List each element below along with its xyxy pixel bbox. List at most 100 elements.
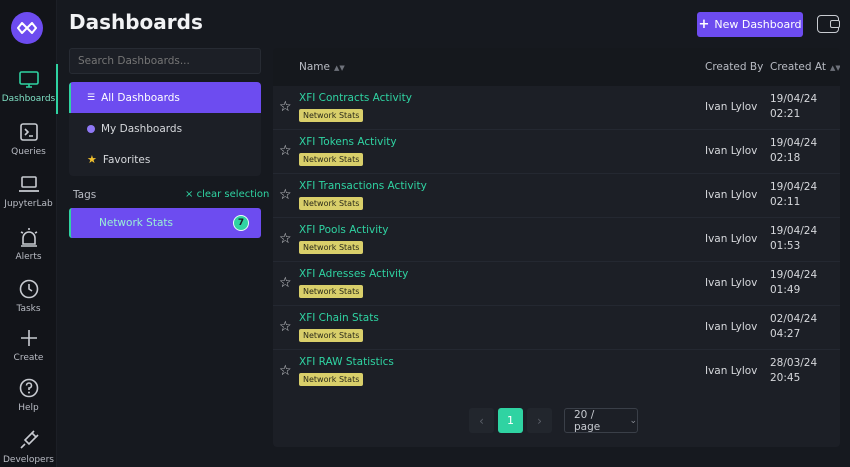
filter-my-dashboards[interactable]: My Dashboards bbox=[69, 113, 261, 144]
created-at: 28/03/24 20:45 bbox=[770, 356, 817, 386]
tag-badge: Network Stats bbox=[299, 373, 364, 386]
favorite-star-icon[interactable]: ☆ bbox=[279, 187, 292, 203]
dashboard-link[interactable]: XFI Chain Stats bbox=[299, 312, 379, 324]
nav-label: Create bbox=[13, 353, 44, 363]
dashboard-link[interactable]: XFI Adresses Activity bbox=[299, 268, 408, 280]
favorite-star-icon[interactable]: ☆ bbox=[279, 363, 292, 379]
terminal-icon bbox=[19, 123, 38, 141]
dashboard-link[interactable]: XFI Contracts Activity bbox=[299, 92, 412, 104]
table-row: ☆ XFI Adresses Activity Network Stats Iv… bbox=[273, 262, 840, 306]
created-at: 19/04/24 02:18 bbox=[770, 136, 817, 166]
nav-create[interactable]: Create bbox=[0, 323, 57, 373]
favorite-star-icon[interactable]: ☆ bbox=[279, 143, 292, 159]
nav-label: Queries bbox=[11, 147, 46, 157]
nav-alerts[interactable]: Alerts bbox=[0, 222, 57, 272]
created-time: 02:21 bbox=[770, 108, 801, 120]
column-header-created-at[interactable]: Created At ▲▼ bbox=[770, 61, 840, 73]
created-by: Ivan Lylov bbox=[705, 145, 758, 157]
favorite-star-icon[interactable]: ☆ bbox=[279, 99, 292, 115]
chevron-down-icon: ⌄ bbox=[629, 415, 637, 426]
nav-help[interactable]: Help bbox=[0, 373, 57, 423]
dashboard-link[interactable]: XFI Pools Activity bbox=[299, 224, 388, 236]
created-at: 02/04/24 04:27 bbox=[770, 312, 817, 342]
filter-all-dashboards[interactable]: ☰ All Dashboards bbox=[69, 82, 261, 113]
prev-page-button[interactable]: ‹ bbox=[469, 408, 494, 433]
wallet-icon[interactable] bbox=[817, 15, 840, 33]
app-root: Dashboards Queries JupyterLab Alerts Tas… bbox=[0, 0, 850, 467]
dashboard-link[interactable]: XFI Tokens Activity bbox=[299, 136, 397, 148]
tag-network-stats[interactable]: Network Stats 7 bbox=[69, 208, 261, 238]
left-nav-rail: Dashboards Queries JupyterLab Alerts Tas… bbox=[0, 0, 58, 467]
chevron-left-icon: ‹ bbox=[479, 413, 484, 428]
filter-label: Favorites bbox=[102, 153, 151, 166]
clear-selection-link[interactable]: × clear selection bbox=[185, 189, 269, 200]
nav-queries[interactable]: Queries bbox=[0, 117, 57, 167]
filter-label: All Dashboards bbox=[101, 91, 180, 104]
favorite-star-icon[interactable]: ☆ bbox=[279, 319, 292, 335]
created-time: 01:49 bbox=[770, 284, 801, 296]
created-by: Ivan Lylov bbox=[705, 233, 758, 245]
column-label: Created At bbox=[770, 61, 827, 73]
created-at: 19/04/24 02:21 bbox=[770, 92, 817, 122]
dashboard-link[interactable]: XFI RAW Statistics bbox=[299, 356, 394, 368]
dashboard-filters: ☰ All Dashboards My Dashboards ★ Favorit… bbox=[69, 82, 261, 176]
page-button-current[interactable]: 1 bbox=[498, 408, 523, 433]
new-dashboard-button[interactable]: + New Dashboard bbox=[697, 12, 803, 37]
nav-developers[interactable]: Developers bbox=[0, 425, 57, 467]
plug-icon bbox=[19, 430, 39, 449]
star-icon: ★ bbox=[87, 153, 97, 166]
created-at: 19/04/24 02:11 bbox=[770, 180, 817, 210]
search-input[interactable] bbox=[69, 48, 261, 74]
filter-favorites[interactable]: ★ Favorites bbox=[69, 144, 261, 175]
table-row: ☆ XFI RAW Statistics Network Stats Ivan … bbox=[273, 350, 840, 394]
created-time: 02:18 bbox=[770, 152, 801, 164]
created-by: Ivan Lylov bbox=[705, 365, 758, 377]
column-label: Name bbox=[299, 61, 330, 73]
nav-jupyterlab[interactable]: JupyterLab bbox=[0, 169, 57, 219]
nav-label: Help bbox=[18, 403, 39, 413]
created-date: 02/04/24 bbox=[770, 313, 818, 325]
page-size-value: 20 / page bbox=[574, 408, 601, 433]
created-time: 04:27 bbox=[770, 328, 801, 340]
created-date: 19/04/24 bbox=[770, 93, 818, 105]
created-by: Ivan Lylov bbox=[705, 321, 758, 333]
plus-icon: + bbox=[698, 17, 710, 32]
column-header-created-by: Created By bbox=[705, 61, 764, 73]
laptop-icon bbox=[18, 176, 39, 192]
tag-count-badge: 7 bbox=[233, 215, 249, 231]
clear-selection-label: clear selection bbox=[196, 189, 270, 200]
created-by: Ivan Lylov bbox=[705, 101, 758, 113]
table-row: ☆ XFI Tokens Activity Network Stats Ivan… bbox=[273, 130, 840, 174]
nav-label: Developers bbox=[3, 455, 54, 465]
created-at: 19/04/24 01:53 bbox=[770, 224, 817, 254]
new-dashboard-label: New Dashboard bbox=[714, 18, 802, 31]
table-row: ☆ XFI Pools Activity Network Stats Ivan … bbox=[273, 218, 840, 262]
close-icon: × bbox=[185, 189, 194, 200]
nav-label: JupyterLab bbox=[4, 199, 53, 209]
plus-icon bbox=[20, 330, 37, 346]
created-by: Ivan Lylov bbox=[705, 189, 758, 201]
nav-label: Dashboards bbox=[1, 94, 56, 104]
column-header-name[interactable]: Name ▲▼ bbox=[299, 61, 345, 73]
nav-label: Tasks bbox=[16, 304, 41, 314]
logo-icon[interactable] bbox=[11, 12, 43, 44]
tag-badge: Network Stats bbox=[299, 241, 364, 254]
filter-label: My Dashboards bbox=[101, 122, 183, 135]
favorite-star-icon[interactable]: ☆ bbox=[279, 275, 292, 291]
created-date: 19/04/24 bbox=[770, 225, 818, 237]
dashboard-link[interactable]: XFI Transactions Activity bbox=[299, 180, 427, 192]
next-page-button[interactable]: › bbox=[527, 408, 552, 433]
table-row: ☆ XFI Contracts Activity Network Stats I… bbox=[273, 86, 840, 130]
table-row: ☆ XFI Chain Stats Network Stats Ivan Lyl… bbox=[273, 306, 840, 350]
tag-badge: Network Stats bbox=[299, 109, 364, 122]
nav-tasks[interactable]: Tasks bbox=[0, 274, 57, 324]
tags-heading: Tags bbox=[73, 189, 97, 201]
nav-dashboards[interactable]: Dashboards bbox=[0, 64, 58, 114]
created-date: 19/04/24 bbox=[770, 181, 818, 193]
favorite-star-icon[interactable]: ☆ bbox=[279, 231, 292, 247]
page-size-select[interactable]: 20 / page ⌄ bbox=[564, 408, 638, 433]
table-row: ☆ XFI Transactions Activity Network Stat… bbox=[273, 174, 840, 218]
tag-badge: Network Stats bbox=[299, 197, 364, 210]
nav-label: Alerts bbox=[15, 252, 42, 262]
created-at: 19/04/24 01:49 bbox=[770, 268, 817, 298]
